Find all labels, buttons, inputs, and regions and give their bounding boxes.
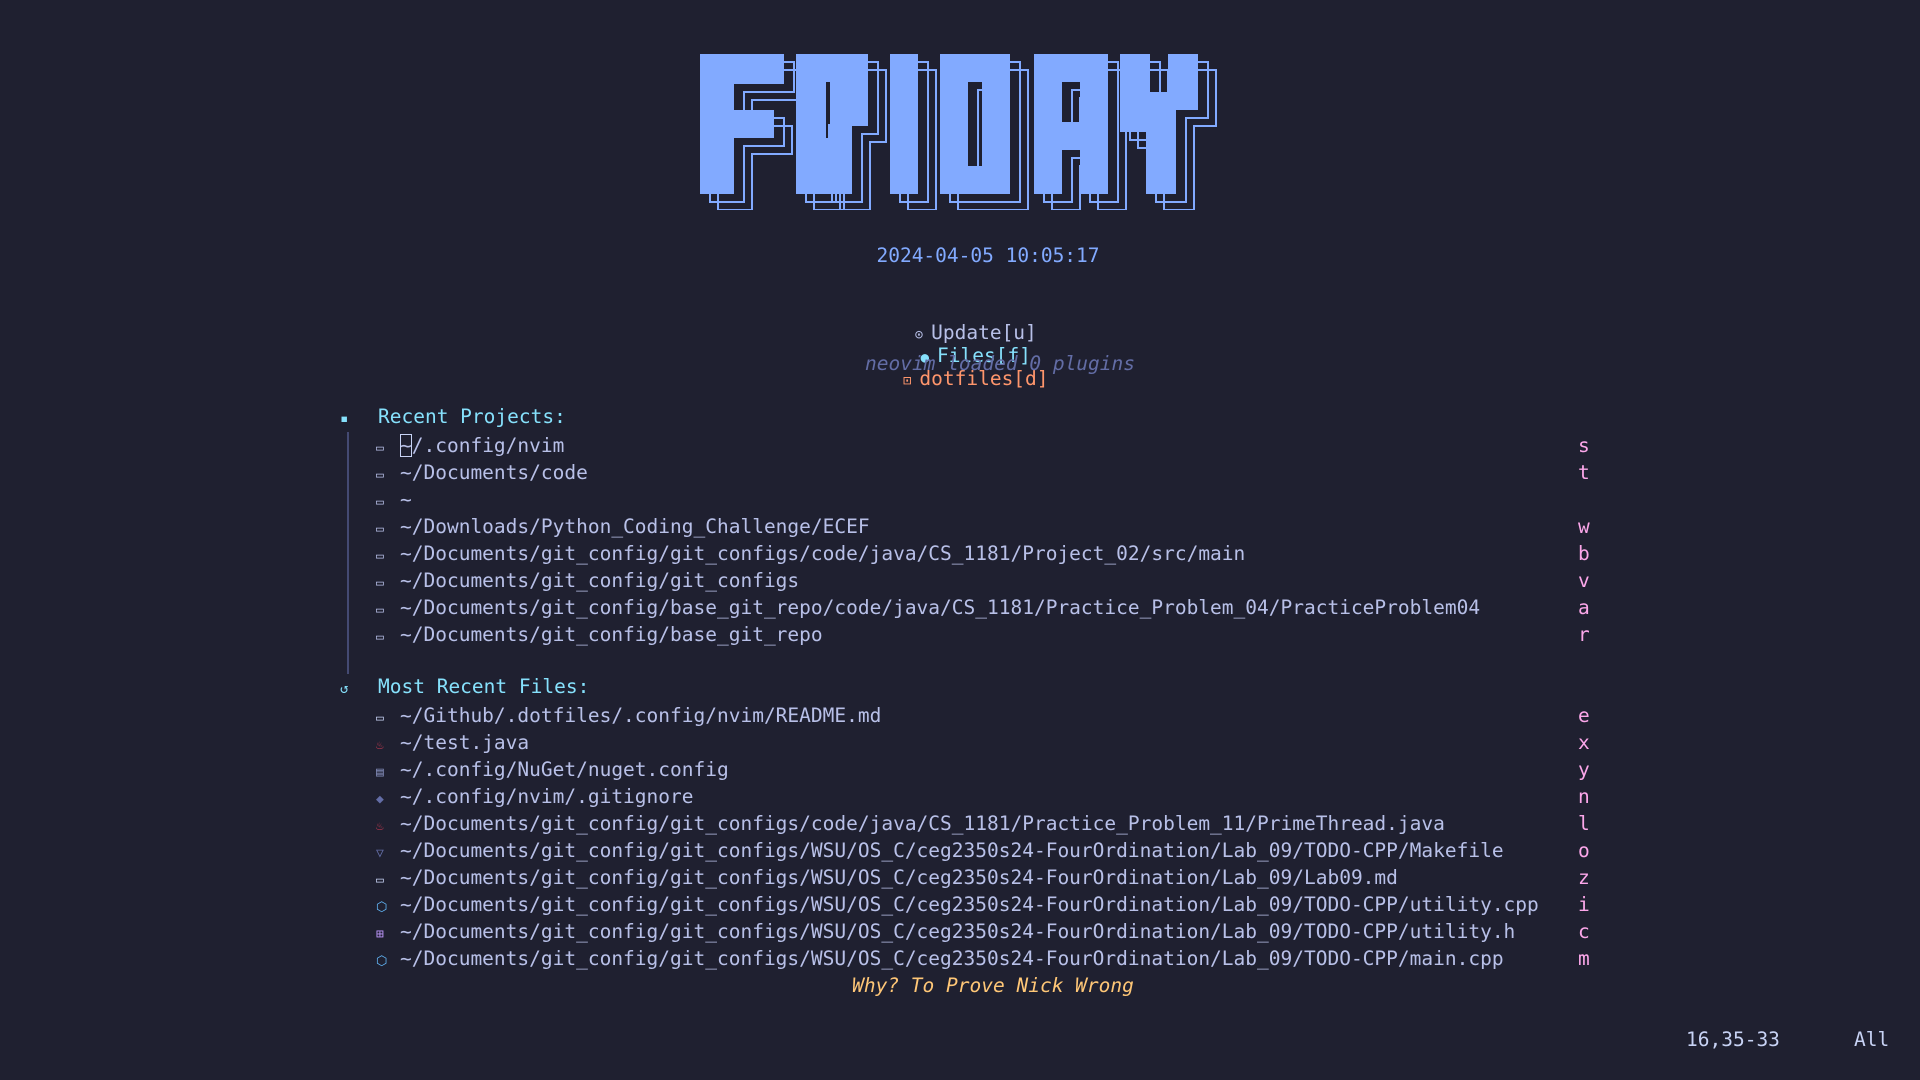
file-path[interactable]: ~/test.java [400,731,529,754]
recent-file-entry[interactable]: ▭ ~/Documents/git_config/git_configs/WSU/… [376,864,1600,891]
makefile-icon: ▽ [376,846,384,861]
java-icon: ♨ [376,819,384,834]
history-icon: ↺ [340,681,349,697]
project-entry[interactable]: ▭ ~/Downloads/Python_Coding_Challenge/ECE… [376,513,1600,540]
file-path[interactable]: ~/Documents/git_config/git_configs/WSU/O… [400,947,1504,970]
shortcut-key: o [1578,839,1590,862]
cursor-position: 16,35-33 [1686,1028,1780,1051]
recent-file-entry[interactable]: ▤ ~/.config/NuGet/nuget.config y [376,756,1600,783]
recent-file-entry[interactable]: ♨ ~/Documents/git_config/git_configs/code… [376,810,1600,837]
project-entry[interactable]: ▭ ~/Documents/git_config/git_configs v [376,567,1600,594]
shortcut-key: r [1578,623,1590,646]
project-icon: ▭ [376,549,384,564]
shortcut-key: a [1578,596,1590,619]
shortcut-key: v [1578,569,1590,592]
recent-file-entry[interactable]: ▽ ~/Documents/git_config/git_configs/WSU/… [376,837,1600,864]
cpp-icon: ⬡ [376,954,388,969]
file-path[interactable]: ~/.config/nvim/.gitignore [400,785,694,808]
project-path[interactable]: ~/Documents/code [400,461,588,484]
package-icon: ⊡ [902,373,912,389]
project-path[interactable]: ~/Documents/git_config/git_configs [400,569,799,592]
recent-projects-header: ▪ Recent Projects: [340,405,566,428]
shortcut-key: t [1578,461,1590,484]
project-path[interactable]: ~/Downloads/Python_Coding_Challenge/ECEF [400,515,870,538]
recent-file-entry[interactable]: ⬡ ~/Documents/git_config/git_configs/WSU/… [376,891,1600,918]
project-entry[interactable]: ▭ ~/.config/nvim s [376,432,1600,459]
scroll-indicator: All [1854,1028,1890,1051]
recent-file-entry[interactable]: ⬡ ~/Documents/git_config/git_configs/WSU/… [376,945,1600,972]
file-path[interactable]: ~/Documents/git_config/git_configs/WSU/O… [400,920,1515,943]
git-icon: ◆ [376,792,384,807]
project-path[interactable]: ~ [400,488,412,511]
plugins-loaded-message: neovim loaded 0 plugins [864,352,1136,375]
project-icon: ▭ [376,630,384,645]
file-path[interactable]: ~/.config/NuGet/nuget.config [400,758,729,781]
project-path[interactable]: ~/Documents/git_config/base_git_repo/cod… [400,596,1480,619]
file-path[interactable]: ~/Documents/git_config/git_configs/WSU/O… [400,866,1398,889]
friday-logo [700,54,1217,210]
shortcut-key: l [1578,812,1590,835]
dashboard-clock: 2024-04-05 10:05:17 [876,244,1100,267]
config-file-icon: ▤ [376,765,384,780]
text-cursor: ~ [400,434,412,457]
project-entry[interactable]: ▭ ~/Documents/git_config/base_git_repo r [376,621,1600,648]
shortcut-key: m [1578,947,1590,970]
recent-projects-list: ▭ ~/.config/nvim s ▭ ~/Documents/code t ▭ ~ ▭ ~/D… [376,432,1600,648]
project-path[interactable]: ~/Documents/git_config/base_git_repo [400,623,823,646]
update-label: Update[u] [931,321,1037,344]
recent-file-entry[interactable]: ◆ ~/.config/nvim/.gitignore n [376,783,1600,810]
project-path[interactable]: ~/.config/nvim [400,434,564,457]
project-icon: ▭ [376,522,384,537]
shortcut-key: b [1578,542,1590,565]
project-entry[interactable]: ▭ ~ [376,486,1600,513]
update-button[interactable]: ⊙ Update[u] [915,321,1037,344]
project-icon: ▭ [376,441,384,456]
recent-files-list: ▭ ~/Github/.dotfiles/.config/nvim/README.… [376,702,1600,972]
recent-file-entry[interactable]: ⊞ ~/Documents/git_config/git_configs/WSU/… [376,918,1600,945]
shortcut-key: n [1578,785,1590,808]
header-icon: ⊞ [376,927,384,942]
project-entry[interactable]: ▭ ~/Documents/git_config/base_git_repo/co… [376,594,1600,621]
java-icon: ♨ [376,738,384,753]
shortcut-key: y [1578,758,1590,781]
folder-icon: ▪ [340,411,349,427]
cpp-icon: ⬡ [376,900,388,915]
markdown-icon: ▭ [376,711,384,726]
shortcut-key: s [1578,434,1590,457]
project-icon: ▭ [376,495,384,510]
markdown-icon: ▭ [376,873,384,888]
project-icon: ▭ [376,576,384,591]
file-path[interactable]: ~/Github/.dotfiles/.config/nvim/README.m… [400,704,881,727]
project-entry[interactable]: ▭ ~/Documents/code t [376,459,1600,486]
project-icon: ▭ [376,468,384,483]
recent-file-entry[interactable]: ♨ ~/test.java x [376,729,1600,756]
file-path[interactable]: ~/Documents/git_config/git_configs/code/… [400,812,1445,835]
tree-guide-line [347,432,349,674]
project-path-rest: /.config/nvim [411,434,565,457]
recent-file-entry[interactable]: ▭ ~/Github/.dotfiles/.config/nvim/README.… [376,702,1600,729]
shortcut-key: w [1578,515,1590,538]
shortcut-key: c [1578,920,1590,943]
dashboard-footer: Why? To Prove Nick Wrong [852,974,1134,997]
project-icon: ▭ [376,603,384,618]
shortcut-key: i [1578,893,1590,916]
shortcut-key: e [1578,704,1590,727]
recent-files-header: ↺ Most Recent Files: [340,675,589,698]
file-path[interactable]: ~/Documents/git_config/git_configs/WSU/O… [400,839,1504,862]
project-path[interactable]: ~/Documents/git_config/git_configs/code/… [400,542,1245,565]
project-entry[interactable]: ▭ ~/Documents/git_config/git_configs/code… [376,540,1600,567]
shortcut-key: z [1578,866,1590,889]
file-path[interactable]: ~/Documents/git_config/git_configs/WSU/O… [400,893,1539,916]
dashboard-shortcuts: ⊙ Update[u] ● Files[f] ⊡ dotfiles[d] [4,298,1920,390]
recent-projects-title: Recent Projects: [378,405,566,428]
recent-files-title: Most Recent Files: [378,675,590,698]
update-icon: ⊙ [914,327,924,343]
shortcut-key: x [1578,731,1590,754]
